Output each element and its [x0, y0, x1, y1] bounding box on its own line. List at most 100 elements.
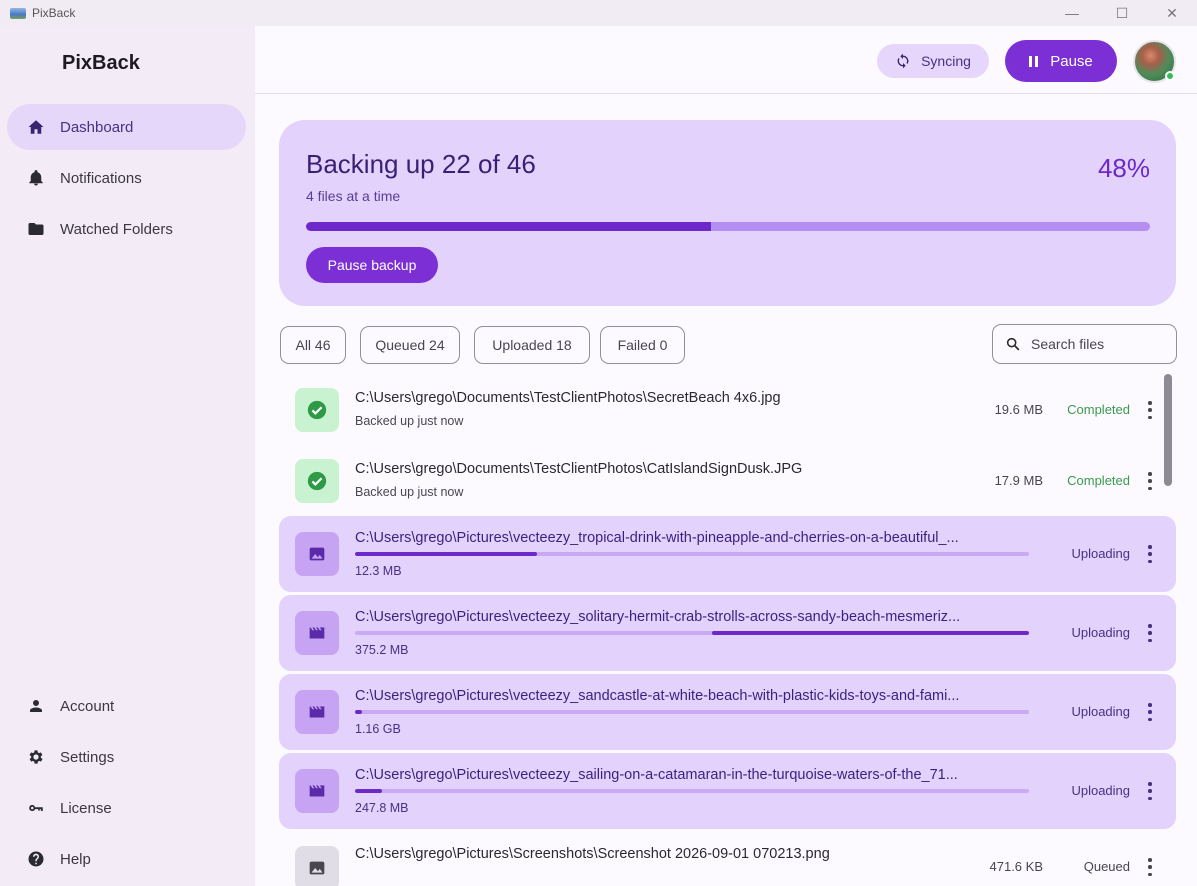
- sync-icon: [897, 53, 909, 69]
- syncing-label: Syncing: [921, 53, 971, 69]
- backup-subtitle: 4 files at a time: [306, 188, 401, 204]
- online-status-dot: [1165, 71, 1175, 81]
- file-path: C:\Users\grego\Documents\TestClientPhoto…: [355, 390, 781, 406]
- file-status: Uploading: [1071, 625, 1130, 640]
- check-circle-icon: [307, 471, 327, 491]
- file-row[interactable]: C:\Users\grego\Pictures\vecteezy_sandcas…: [279, 674, 1176, 750]
- pause-button[interactable]: Pause: [1005, 40, 1117, 82]
- more-options-icon[interactable]: [1146, 782, 1154, 800]
- maximize-button[interactable]: ☐: [1097, 0, 1147, 26]
- video-thumbnail: [295, 769, 339, 813]
- folder-icon: [27, 220, 45, 238]
- search-input[interactable]: [1031, 336, 1161, 352]
- search-field[interactable]: [992, 324, 1177, 364]
- video-icon: [309, 785, 325, 797]
- backup-progress-bar: [306, 222, 1150, 231]
- sidebar-item-account[interactable]: Account: [7, 683, 246, 729]
- file-row[interactable]: C:\Users\grego\Pictures\vecteezy_tropica…: [279, 516, 1176, 592]
- file-progress-fill: [355, 789, 382, 793]
- file-status: Queued: [1083, 859, 1130, 874]
- backup-percent: 48%: [1097, 153, 1150, 183]
- file-row[interactable]: C:\Users\grego\Documents\TestClientPhoto…: [279, 374, 1176, 444]
- video-icon: [309, 706, 325, 718]
- file-size: 375.2 MB: [355, 643, 409, 657]
- file-size: 1.16 GB: [355, 722, 401, 736]
- file-size: 471.6 KB: [989, 859, 1044, 874]
- sidebar-item-label: Account: [60, 697, 115, 715]
- gear-icon: [27, 748, 45, 766]
- backup-progress-fill: [306, 222, 712, 231]
- file-path: C:\Users\grego\Pictures\Screenshots\Scre…: [355, 846, 830, 862]
- image-icon: [309, 547, 325, 561]
- video-icon: [309, 627, 325, 639]
- minimize-button[interactable]: —: [1047, 0, 1097, 26]
- check-circle-icon: [307, 400, 327, 420]
- person-icon: [27, 697, 45, 715]
- sidebar: PixBack Dashboard Notifications Watched …: [0, 26, 255, 886]
- top-bar: Syncing Pause: [255, 26, 1197, 94]
- video-thumbnail: [295, 690, 339, 734]
- close-button[interactable]: ✕: [1147, 0, 1197, 26]
- completed-thumbnail: [295, 459, 339, 503]
- sidebar-item-license[interactable]: License: [7, 785, 246, 831]
- sidebar-item-help[interactable]: Help: [7, 836, 246, 882]
- more-options-icon[interactable]: [1146, 401, 1154, 419]
- image-thumbnail: [295, 846, 339, 886]
- file-progress-fill: [355, 552, 537, 556]
- file-row[interactable]: C:\Users\grego\Pictures\vecteezy_sailing…: [279, 753, 1176, 829]
- more-options-icon[interactable]: [1146, 545, 1154, 563]
- file-status: Uploading: [1071, 783, 1130, 798]
- file-path: C:\Users\grego\Documents\TestClientPhoto…: [355, 461, 803, 477]
- sidebar-item-settings[interactable]: Settings: [7, 734, 246, 780]
- sidebar-item-label: Settings: [60, 748, 115, 766]
- app-logo-icon: [10, 7, 26, 19]
- list-scrollbar[interactable]: [1164, 374, 1172, 486]
- home-icon: [27, 118, 45, 136]
- filter-uploaded[interactable]: Uploaded 18: [474, 326, 590, 364]
- syncing-status-button[interactable]: Syncing: [877, 44, 989, 78]
- file-path: C:\Users\grego\Pictures\vecteezy_sailing…: [355, 767, 958, 783]
- filter-failed[interactable]: Failed 0: [600, 326, 685, 364]
- file-status: Completed: [1067, 473, 1130, 488]
- more-options-icon[interactable]: [1146, 624, 1154, 642]
- bell-icon: [27, 169, 45, 187]
- file-progress-bar: [355, 710, 1029, 714]
- sidebar-item-label: Watched Folders: [60, 220, 173, 238]
- window-controls: — ☐ ✕: [1047, 0, 1197, 26]
- sidebar-item-watched-folders[interactable]: Watched Folders: [7, 206, 246, 252]
- more-options-icon[interactable]: [1146, 472, 1154, 490]
- file-progress-bar: [355, 789, 1029, 793]
- file-status: Completed: [1067, 402, 1130, 417]
- image-thumbnail: [295, 532, 339, 576]
- avatar[interactable]: [1133, 40, 1176, 83]
- file-progress-fill: [355, 710, 362, 714]
- search-icon: [1006, 337, 1020, 351]
- more-options-icon[interactable]: [1146, 703, 1154, 721]
- file-path: C:\Users\grego\Pictures\vecteezy_solitar…: [355, 609, 961, 625]
- pause-icon: [1029, 55, 1039, 67]
- file-progress-bar: [355, 631, 1029, 635]
- window-titlebar: PixBack — ☐ ✕: [0, 0, 1197, 26]
- sidebar-item-dashboard[interactable]: Dashboard: [7, 104, 246, 150]
- file-progress-bar: [355, 552, 1029, 556]
- file-list: C:\Users\grego\Documents\TestClientPhoto…: [279, 374, 1176, 886]
- file-size: 19.6 MB: [994, 402, 1043, 417]
- help-icon: [27, 850, 45, 868]
- file-row[interactable]: C:\Users\grego\Documents\TestClientPhoto…: [279, 445, 1176, 515]
- sidebar-item-notifications[interactable]: Notifications: [7, 155, 246, 201]
- file-path: C:\Users\grego\Pictures\vecteezy_tropica…: [355, 530, 959, 546]
- file-row[interactable]: C:\Users\grego\Pictures\vecteezy_solitar…: [279, 595, 1176, 671]
- filter-queued[interactable]: Queued 24: [360, 326, 460, 364]
- completed-thumbnail: [295, 388, 339, 432]
- main-content: Syncing Pause Backing up 22 of 46 4 file…: [255, 26, 1197, 886]
- window-title: PixBack: [32, 6, 76, 20]
- filter-all[interactable]: All 46: [280, 326, 346, 364]
- file-status: Uploading: [1071, 704, 1130, 719]
- file-row[interactable]: C:\Users\grego\Pictures\Screenshots\Scre…: [279, 832, 1176, 886]
- brand-title: PixBack: [62, 52, 140, 74]
- file-subtitle: Backed up just now: [355, 485, 464, 499]
- sidebar-item-label: Help: [60, 850, 91, 868]
- more-options-icon[interactable]: [1146, 858, 1154, 876]
- pause-backup-button[interactable]: Pause backup: [306, 247, 438, 283]
- sidebar-item-label: License: [60, 799, 112, 817]
